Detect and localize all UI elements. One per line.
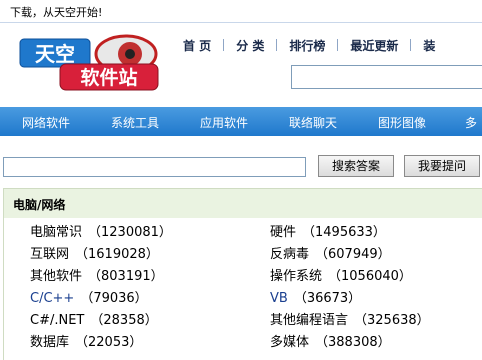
category-applications[interactable]: 应用软件 [200,114,248,131]
subcategory-count: （1230081） [88,225,172,240]
list-item: 硬件 （1495633） [270,225,386,241]
nav-recent-updates[interactable]: 最近更新 [350,37,398,54]
list-item: 反病毒 （607949） [270,247,391,263]
nav-home[interactable]: 首 页 [183,37,211,54]
subcategory-link[interactable]: C/C++ [30,291,74,306]
nav-rankings[interactable]: 排行榜 [289,37,325,54]
qa-search-row: 搜索答案 我要提问 [0,152,482,182]
category-system-tools[interactable]: 系统工具 [111,114,159,131]
subcategory-link[interactable]: 其他编程语言 [270,313,348,328]
nav-separator [337,39,339,51]
subcategory-link[interactable]: 电脑常识 [30,225,82,240]
site-search-input[interactable] [291,65,482,89]
subcategory-count: （28358） [90,313,158,328]
category-panel: 电脑/网络 电脑常识 （1230081） 硬件 （1495633） 互联网 （1619… [3,188,482,360]
list-item: 互联网 （1619028） [30,247,159,263]
top-nav: 首 页 分 类 排行榜 最近更新 装 [183,37,435,54]
subcategory-link[interactable]: 多媒体 [270,335,309,350]
ask-question-button[interactable]: 我要提问 [404,155,480,177]
welcome-text: 下载，从天空开始! [10,6,103,19]
subcategory-count: （1495633） [302,225,386,240]
subcategory-count: （325638） [354,313,430,328]
category-more[interactable]: 多 [465,114,477,131]
logo-line1: 天空 [35,42,75,66]
subcategory-link[interactable]: C#/.NET [30,313,84,328]
qa-search-input[interactable] [3,157,306,177]
panel-header: 电脑/网络 [4,189,482,218]
nav-categories[interactable]: 分 类 [236,37,264,54]
panel-title: 电脑/网络 [13,198,66,212]
category-network-software[interactable]: 网络软件 [22,114,70,131]
subcategory-count: （803191） [88,269,164,284]
list-item: 电脑常识 （1230081） [30,225,172,241]
subcategory-link[interactable]: 操作系统 [270,269,322,284]
list-item: VB （36673） [270,291,361,307]
subcategory-link[interactable]: VB [270,291,288,306]
site-logo[interactable]: 天空 软件站 [18,32,163,94]
subcategory-link[interactable]: 互联网 [30,247,69,262]
subcategory-count: （36673） [293,291,362,306]
subcategory-count: （1619028） [75,247,159,262]
subcategory-link[interactable]: 反病毒 [270,247,309,262]
nav-separator [223,39,225,51]
search-answer-button[interactable]: 搜索答案 [318,155,394,177]
category-chat[interactable]: 联络聊天 [289,114,337,131]
list-item: 操作系统 （1056040） [270,269,412,285]
nav-more[interactable]: 装 [423,37,435,54]
list-item: 其他软件 （803191） [30,269,164,285]
subcategory-count: （607949） [315,247,391,262]
list-item: 其他编程语言 （325638） [270,313,430,329]
subcategory-link[interactable]: 数据库 [30,335,69,350]
subcategory-count: （1056040） [328,269,412,284]
category-graphics[interactable]: 图形图像 [378,114,426,131]
nav-separator [410,39,412,51]
list-item: C/C++ （79036） [30,291,148,307]
list-item: 多媒体 （388308） [270,335,391,351]
subcategory-count: （388308） [315,335,391,350]
logo-graphic: 天空 软件站 [19,34,159,91]
subcategory-count: （79036） [80,291,148,306]
top-bar: 下载，从天空开始! [0,0,482,23]
list-item: 数据库 （22053） [30,335,142,351]
logo-line2: 软件站 [80,66,137,89]
nav-separator [276,39,278,51]
subcategory-count: （22053） [75,335,143,350]
subcategory-link[interactable]: 硬件 [270,225,296,240]
subcategory-link[interactable]: 其他软件 [30,269,82,284]
category-bar: 网络软件 系统工具 应用软件 联络聊天 图形图像 多 [0,107,482,136]
list-item: C#/.NET （28358） [30,313,158,329]
